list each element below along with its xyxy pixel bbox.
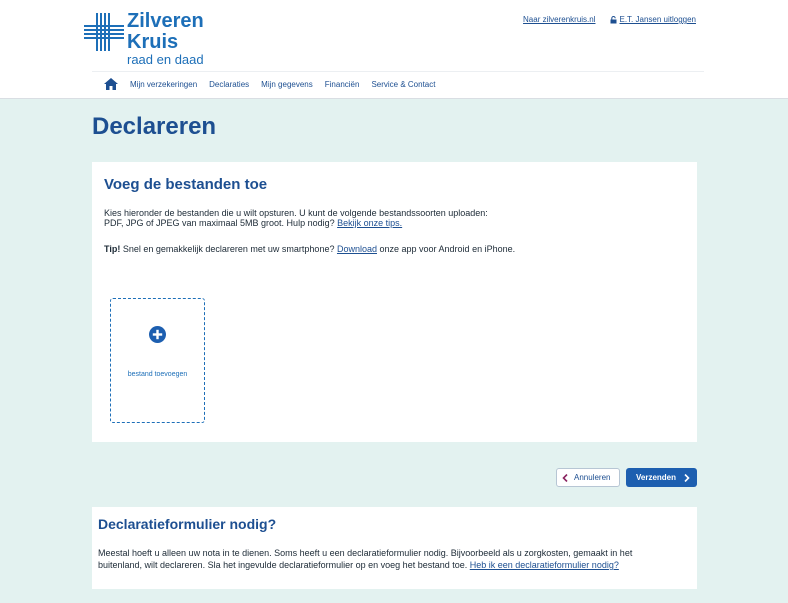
instructions-line-1: Kies hieronder de bestanden die u wilt o…	[104, 208, 488, 218]
nav-item-financien[interactable]: Financiën	[325, 80, 360, 89]
home-icon[interactable]	[104, 78, 118, 90]
nav-item-gegevens[interactable]: Mijn gegevens	[261, 80, 313, 89]
form-info-card: Declaratieformulier nodig? Meestal hoeft…	[92, 507, 697, 589]
site-header: Zilveren Kruis raad en daad Naar zilvere…	[0, 0, 788, 99]
tips-link[interactable]: Bekijk onze tips.	[337, 218, 402, 228]
send-label: Verzenden	[636, 473, 677, 482]
tip-text-1: Snel en gemakkelijk declareren met uw sm…	[120, 244, 337, 254]
plus-circle-icon	[149, 326, 166, 343]
cross-logo-icon	[84, 13, 124, 51]
add-file-dropzone[interactable]: bestand toevoegen	[110, 298, 205, 423]
tip-label: Tip!	[104, 244, 121, 254]
zilveren-kruis-logo[interactable]: Zilveren Kruis raad en daad	[84, 10, 224, 68]
brand-slogan: raad en daad	[127, 52, 204, 67]
send-button[interactable]: Verzenden	[626, 468, 697, 487]
chevron-left-icon	[562, 473, 568, 482]
instructions-line-2: PDF, JPG of JPEG van maximaal 5MB groot.…	[104, 218, 544, 228]
download-link[interactable]: Download	[337, 244, 377, 254]
site-link[interactable]: Naar zilverenkruis.nl	[523, 15, 595, 24]
logout-link[interactable]: E.T. Jansen uitloggen	[620, 15, 697, 24]
lock-icon	[610, 15, 616, 23]
page-title: Declareren	[92, 113, 217, 140]
form-info-line-2: buitenland, wilt declareren. Sla het ing…	[98, 559, 688, 571]
form-info-text: Meestal hoeft u alleen uw nota in te die…	[98, 547, 688, 571]
chevron-right-icon	[684, 474, 690, 482]
nav-item-service-contact[interactable]: Service & Contact	[371, 80, 435, 89]
nav-item-verzekeringen[interactable]: Mijn verzekeringen	[130, 80, 197, 89]
brand-name: Zilveren Kruis	[127, 10, 204, 53]
nav-item-declaraties[interactable]: Declaraties	[209, 80, 249, 89]
add-file-label: bestand toevoegen	[127, 371, 188, 378]
upload-instructions: Kies hieronder de bestanden die u wilt o…	[104, 208, 544, 228]
form-info-line-1: Meestal hoeft u alleen uw nota in te die…	[98, 548, 633, 558]
app-tip: Tip! Snel en gemakkelijk declareren met …	[104, 244, 515, 254]
cancel-button[interactable]: Annuleren	[556, 468, 620, 487]
form-info-text-2: buitenland, wilt declareren. Sla het ing…	[98, 560, 470, 570]
upload-heading: Voeg de bestanden toe	[104, 176, 268, 193]
form-needed-link[interactable]: Heb ik een declaratieformulier nodig?	[470, 560, 619, 570]
instructions-text: PDF, JPG of JPEG van maximaal 5MB groot.…	[104, 218, 338, 228]
cancel-label: Annuleren	[574, 473, 611, 482]
form-info-heading: Declaratieformulier nodig?	[98, 516, 277, 532]
top-links: Naar zilverenkruis.nl E.T. Jansen uitlog…	[523, 15, 696, 24]
tip-text-2: onze app voor Android en iPhone.	[377, 244, 516, 254]
main-nav: Mijn verzekeringen Declaraties Mijn gege…	[104, 78, 447, 90]
header-divider	[92, 71, 704, 72]
upload-card: Voeg de bestanden toe Kies hieronder de …	[92, 162, 697, 442]
